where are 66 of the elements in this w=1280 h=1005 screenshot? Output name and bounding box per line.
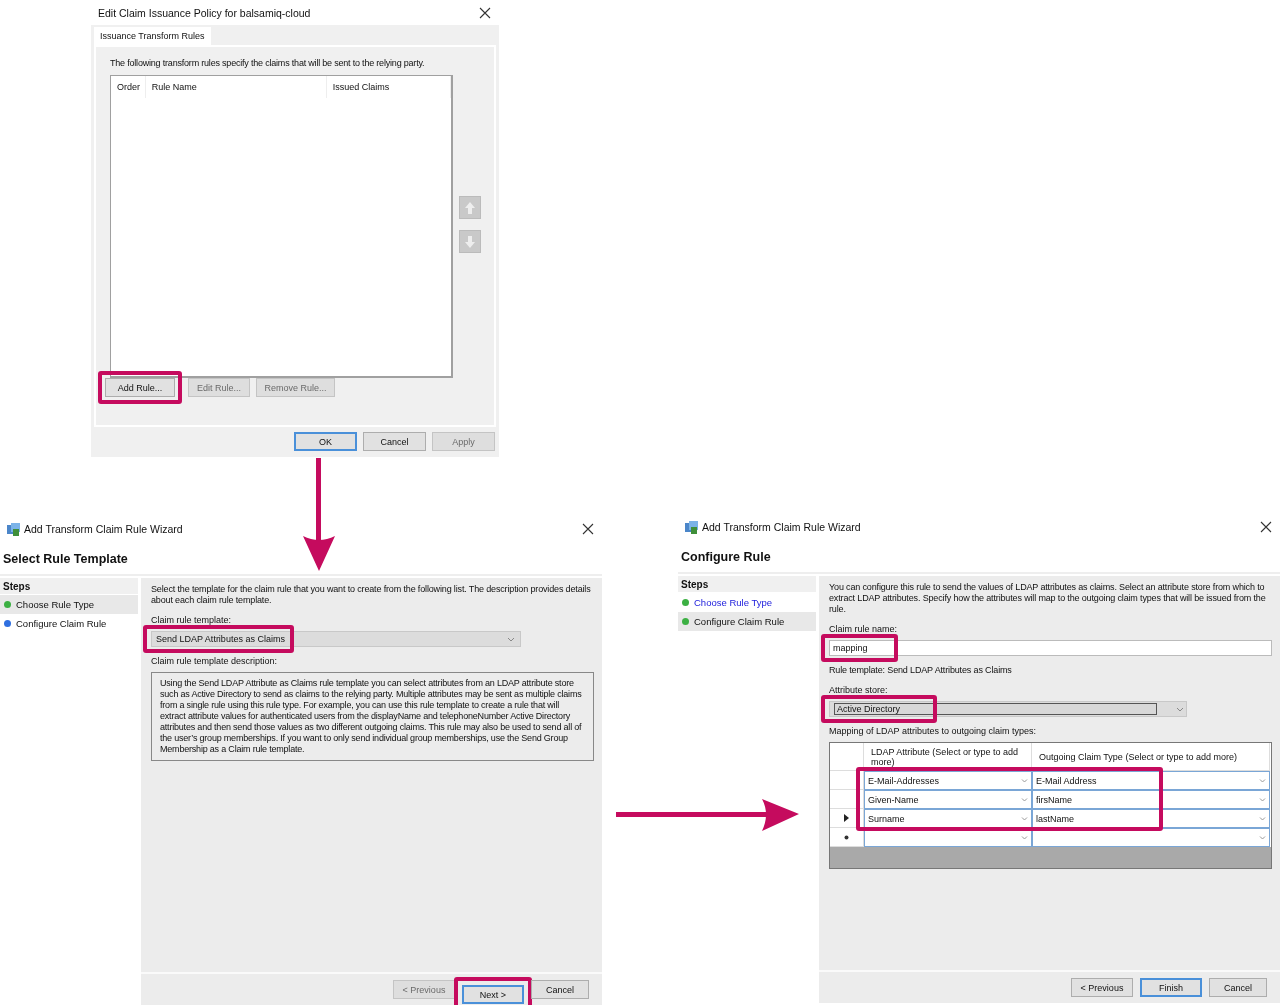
window-title: Edit Claim Issuance Policy for balsamiq-cloud [98, 6, 311, 19]
row-header-cell[interactable] [830, 828, 864, 847]
wizard-icon [684, 519, 699, 535]
arrow-up-icon [464, 200, 476, 215]
window-title: Add Transform Claim Rule Wizard [702, 521, 861, 533]
column-header: Order [111, 76, 146, 98]
chevron-icon [1259, 797, 1266, 802]
dialog-button[interactable]: < Previous [1071, 978, 1133, 997]
field-label: Attribute store: [829, 685, 888, 695]
chevron-icon [1021, 816, 1028, 821]
page-heading: Configure Rule [678, 541, 1280, 574]
dropdown[interactable]: Active Directory [829, 701, 1187, 717]
grid-cell[interactable]: Surname [864, 809, 1032, 828]
step-item: Configure Claim Rule [678, 612, 816, 631]
instruction-text: Select the template for the claim rule that you want to create from the following list. The description provides details about each claim rule template. [151, 584, 592, 606]
dialog-button[interactable]: Cancel [531, 980, 589, 999]
wizard-icon [6, 521, 21, 537]
grid-cell[interactable]: firsName [1032, 790, 1270, 809]
chevron-icon [1259, 816, 1266, 821]
field-label: Claim rule name: [829, 624, 898, 634]
grid-cell[interactable]: E-Mail Address [1032, 771, 1270, 790]
dialog-button[interactable]: Add Rule... [105, 378, 175, 397]
mapping-grid[interactable]: LDAP Attribute (Select or type to add more) Outgoing Claim Type (Select or type to add more) E-Mail-Addresses E-Mail Address Given-Name firsName Surname lastName [829, 742, 1272, 869]
close-icon[interactable] [479, 6, 491, 19]
column-header: Issued Claims [326, 76, 451, 98]
tab[interactable]: Issuance Transform Rules [94, 27, 211, 45]
chevron-icon [1021, 835, 1028, 840]
dialog-button[interactable]: Finish [1140, 978, 1202, 997]
close-icon[interactable] [582, 523, 594, 535]
step-item: Choose Rule Type [0, 595, 138, 614]
dialog-button[interactable]: Cancel [1209, 978, 1267, 997]
instruction-text: Rule template: Send LDAP Attributes as Claims [829, 665, 1013, 676]
field-label: Claim rule template description: [151, 656, 278, 666]
new-row-icon [844, 834, 849, 840]
arrow-down-icon [464, 234, 476, 249]
grid-cell[interactable]: Given-Name [864, 790, 1032, 809]
input-field[interactable]: mapping [829, 640, 1272, 656]
column-header: Outgoing Claim Type (Select or type to add more) [1032, 743, 1270, 771]
description-box: Using the Send LDAP Attribute as Claims rule template you can select attributes from an LDAP attribute store such as Active Directory to send as claims to the relying party. Multiple attributes may be sent as multiple claims from a single rule using this rule type. For example, you can use this rule template to create a rule that will extract attribute values for authenticated users from the displayName and telephoneNumber Active Directory attributes and then send those values as two different outgoing claims. This rule may also be used to send all of the user’s group memberships. If you want to only send individual group memberships, use the Send Group Membership as a Claim rule template. [151, 672, 594, 761]
instruction-text: You can configure this rule to send the values of LDAP attributes as claims. Select an attribute store from which to extract LDAP attributes. Specify how the attributes will map to the outgoing claim types that will be issued from the rule. [829, 582, 1267, 615]
chevron-icon [1021, 797, 1028, 802]
dialog-button[interactable]: OK [294, 432, 357, 451]
column-header: LDAP Attribute (Select or type to add more) [864, 743, 1032, 771]
column-header: Rule Name [145, 76, 327, 98]
field-label: Mapping of LDAP attributes to outgoing claim types: [829, 726, 1036, 736]
description-text: The following transform rules specify the claims that will be sent to the relying party. [110, 57, 426, 70]
steps-header: Steps [678, 576, 816, 593]
step-item: Configure Claim Rule [0, 614, 138, 633]
steps-header: Steps [0, 578, 138, 595]
chevron-icon [1021, 778, 1028, 783]
grid-cell[interactable] [864, 828, 1032, 847]
chevron-icon [1176, 706, 1184, 712]
step-item[interactable]: Choose Rule Type [678, 593, 816, 612]
field-label: Claim rule template: [151, 615, 232, 625]
current-row-icon [844, 814, 849, 822]
grid-cell[interactable] [1032, 828, 1270, 847]
dialog-button[interactable]: Cancel [363, 432, 426, 451]
chevron-icon [507, 636, 515, 642]
dropdown[interactable]: Send LDAP Attributes as Claims [151, 631, 521, 647]
close-icon[interactable] [1260, 521, 1272, 533]
grid-cell[interactable]: E-Mail-Addresses [864, 771, 1032, 790]
chevron-icon [1259, 835, 1266, 840]
chevron-icon [1259, 778, 1266, 783]
grid-cell[interactable]: lastName [1032, 809, 1270, 828]
window-title: Add Transform Claim Rule Wizard [24, 523, 183, 535]
dialog-button[interactable]: Next > [462, 985, 524, 1004]
